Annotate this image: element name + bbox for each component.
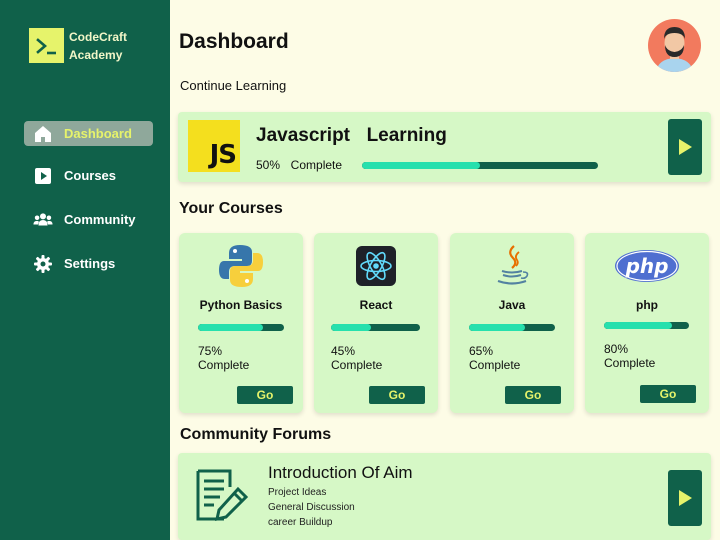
course-progress-text: 65% Complete <box>469 344 520 372</box>
users-icon <box>33 210 53 230</box>
play-icon <box>679 490 692 506</box>
go-button[interactable]: Go <box>640 385 696 403</box>
go-button[interactable]: Go <box>369 386 425 404</box>
forum-topic[interactable]: career Buildup <box>268 517 332 528</box>
sidebar-item-label: Courses <box>64 168 117 183</box>
course-percent: 65% <box>469 344 494 358</box>
progress-fill <box>604 322 672 329</box>
continue-learning-card[interactable]: JS Javascript Learning 50% Complete <box>178 112 711 182</box>
forum-topic[interactable]: General Discussion <box>268 502 355 513</box>
sidebar: CodeCraft Academy Dashboard Courses Comm… <box>0 0 170 540</box>
user-avatar-icon[interactable] <box>648 19 701 72</box>
progress-fill <box>331 324 372 331</box>
continue-course-title: Javascript Learning <box>256 125 447 146</box>
sidebar-item-community[interactable]: Community <box>24 207 153 232</box>
course-progress-text: 80% Complete <box>604 342 655 370</box>
forum-card-title: Introduction Of Aim <box>268 463 413 482</box>
continue-learning-subtitle: Continue Learning <box>180 78 287 93</box>
course-complete-label: Complete <box>604 356 656 370</box>
course-progress-bar <box>469 324 555 331</box>
js-logo-text: JS <box>209 140 237 170</box>
play-icon <box>679 139 692 155</box>
course-complete-label: Complete <box>198 358 250 372</box>
sidebar-item-settings[interactable]: Settings <box>24 251 153 276</box>
course-percent: 45% <box>331 344 356 358</box>
your-courses-title: Your Courses <box>179 200 283 217</box>
course-name: Python Basics <box>199 298 283 312</box>
course-progress-bar <box>331 324 420 331</box>
play-square-icon <box>33 166 53 186</box>
forum-card[interactable]: Introduction Of Aim Project Ideas Genera… <box>178 453 711 540</box>
course-complete-label: Complete <box>331 358 383 372</box>
gear-icon <box>33 254 53 274</box>
course-complete-label: Complete <box>469 358 521 372</box>
progress-fill <box>362 162 480 169</box>
continue-progress-bar <box>362 162 598 169</box>
page-title: Dashboard <box>179 30 289 53</box>
course-progress-bar <box>604 322 689 329</box>
java-logo-icon <box>489 243 535 289</box>
php-logo-icon: php <box>614 243 680 289</box>
progress-fill <box>198 324 263 331</box>
course-card-react[interactable]: React 45% Complete Go <box>314 233 438 413</box>
course-name: Java <box>498 298 526 312</box>
sidebar-item-courses[interactable]: Courses <box>24 163 153 188</box>
community-forums-title: Community Forums <box>180 426 332 443</box>
go-button[interactable]: Go <box>505 386 561 404</box>
course-name: php <box>636 298 658 312</box>
continue-progress-text: 50% Complete <box>256 158 343 172</box>
course-name: React <box>359 298 393 312</box>
sidebar-item-label: Settings <box>64 256 116 271</box>
sidebar-item-dashboard[interactable]: Dashboard <box>24 121 153 146</box>
document-edit-icon <box>194 467 250 523</box>
forum-topic[interactable]: Project Ideas <box>268 487 326 498</box>
course-percent: 75% <box>198 344 223 358</box>
brand: CodeCraft Academy <box>29 28 149 64</box>
terminal-prompt-icon <box>29 28 64 63</box>
course-progress-text: 75% Complete <box>198 344 249 372</box>
python-logo-icon <box>218 243 264 289</box>
sidebar-item-label: Dashboard <box>64 126 132 141</box>
svg-text:php: php <box>625 254 669 278</box>
course-card-php[interactable]: php php 80% Complete Go <box>585 233 709 413</box>
sidebar-item-label: Community <box>64 212 136 227</box>
course-progress-text: 45% Complete <box>331 344 382 372</box>
course-progress-bar <box>198 324 284 331</box>
home-icon <box>33 124 53 144</box>
play-button[interactable] <box>668 470 702 526</box>
play-button[interactable] <box>668 119 702 175</box>
course-percent: 80% <box>604 342 629 356</box>
course-card-python[interactable]: Python Basics 75% Complete Go <box>179 233 303 413</box>
progress-fill <box>469 324 525 331</box>
go-button[interactable]: Go <box>237 386 293 404</box>
course-card-java[interactable]: Java 65% Complete Go <box>450 233 574 413</box>
brand-name: CodeCraft Academy <box>69 30 128 62</box>
react-logo-icon <box>353 243 399 289</box>
javascript-logo-icon: JS <box>188 120 240 172</box>
